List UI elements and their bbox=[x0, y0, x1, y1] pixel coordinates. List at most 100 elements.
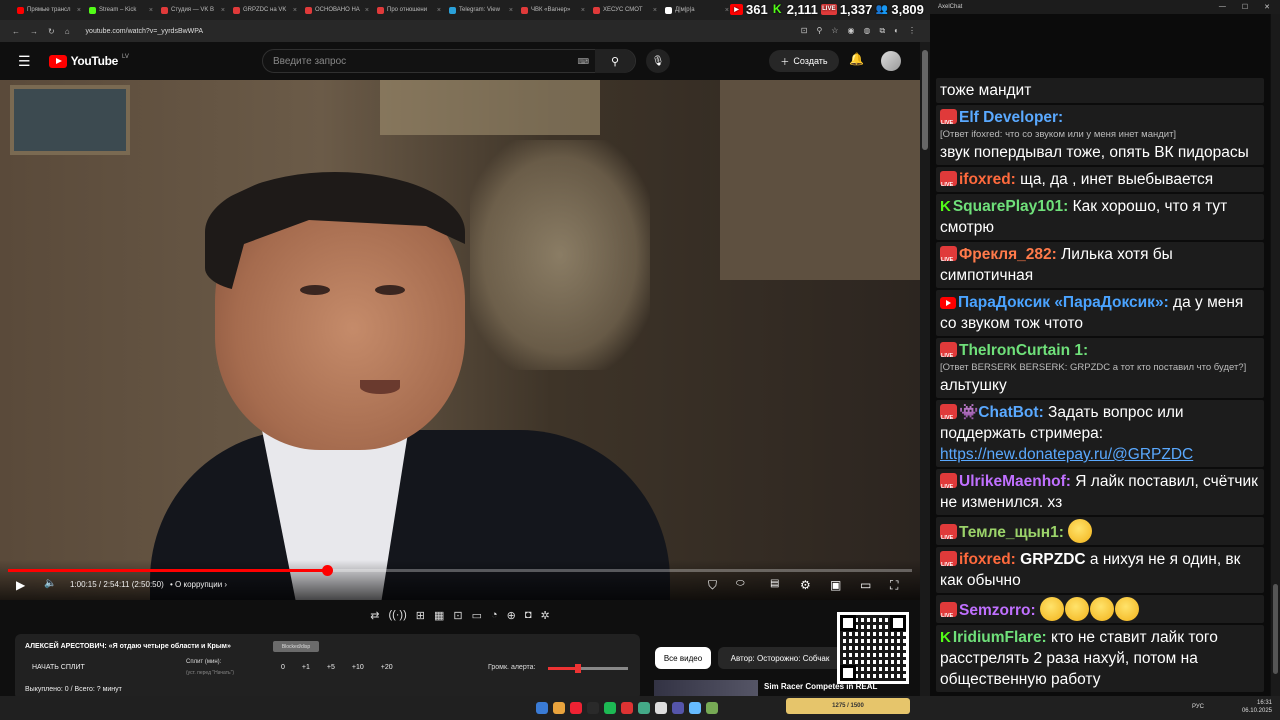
forward-icon[interactable]: → bbox=[30, 27, 38, 36]
menu-icon[interactable]: ☰ bbox=[18, 53, 31, 70]
recommended-thumbnail[interactable] bbox=[654, 680, 758, 696]
tab-close-icon[interactable]: × bbox=[293, 7, 297, 14]
input-language[interactable]: РУС bbox=[1192, 704, 1204, 710]
alert-volume-slider[interactable] bbox=[548, 664, 628, 673]
browser-tab[interactable]: ХЕСУС СМОТ × bbox=[590, 1, 660, 19]
fullscreen-icon[interactable]: ⛶ bbox=[890, 578, 898, 593]
page-scrollbar[interactable] bbox=[920, 42, 930, 696]
tab-close-icon[interactable]: × bbox=[725, 7, 729, 14]
chat-nickname[interactable]: IridiumFlare: bbox=[953, 629, 1047, 646]
browser-tab[interactable]: Студия — VK В × bbox=[158, 1, 228, 19]
browser-tab[interactable]: Д|м|р|а × bbox=[662, 1, 732, 19]
split-value-button[interactable]: 0 bbox=[281, 664, 285, 671]
tab-close-icon[interactable]: × bbox=[221, 7, 225, 14]
create-button[interactable]: ＋ Создать bbox=[769, 50, 839, 72]
scrollbar-thumb[interactable] bbox=[922, 50, 928, 150]
notifications-bell-icon[interactable]: 🔔 bbox=[849, 52, 864, 66]
taskbar-app-icon[interactable] bbox=[553, 702, 565, 714]
extensions-puzzle-icon[interactable]: ⧉ bbox=[879, 26, 885, 36]
extension-icon[interactable]: ◉ bbox=[847, 26, 854, 36]
chat-nickname[interactable]: UlrikeMaenhof: bbox=[959, 473, 1071, 490]
split-value-button[interactable]: +5 bbox=[327, 664, 335, 671]
recommended-title[interactable]: Sim Racer Competes in REAL bbox=[764, 682, 877, 691]
settings-gear-icon[interactable]: ⚙ bbox=[800, 578, 811, 592]
start-split-button[interactable]: НАЧАТЬ СПЛИТ bbox=[32, 664, 85, 671]
extension-icon[interactable]: ◍ bbox=[863, 26, 870, 36]
crop-icon[interactable]: ⊡ bbox=[453, 609, 462, 622]
audio-icon[interactable]: ((·)) bbox=[388, 609, 406, 621]
chat-nickname[interactable]: Фрекля_282: bbox=[959, 246, 1057, 263]
chat-nickname[interactable]: Темле_щын1: bbox=[959, 524, 1064, 541]
browser-tab[interactable]: Прямые трансл × bbox=[14, 1, 84, 19]
taskbar-app-icon[interactable] bbox=[621, 702, 633, 714]
panel-badge-button[interactable]: Blocked/disp bbox=[273, 641, 319, 652]
reload-icon[interactable]: ↻ bbox=[48, 27, 55, 36]
chapter-title[interactable]: • О коррупции › bbox=[170, 580, 227, 589]
back-icon[interactable]: ← bbox=[12, 27, 20, 36]
chat-nickname[interactable]: SquarePlay101: bbox=[953, 198, 1068, 215]
youtube-logo[interactable]: ☰ YouTube LV bbox=[18, 53, 129, 70]
chat-nickname[interactable]: TheIronCurtain 1: bbox=[959, 342, 1088, 359]
browser-tab[interactable]: Telegram: View × bbox=[446, 1, 516, 19]
taskbar-app-icon[interactable] bbox=[672, 702, 684, 714]
chat-nickname[interactable]: 👾ChatBot: bbox=[959, 404, 1044, 421]
install-icon[interactable]: ⊡ bbox=[801, 26, 808, 36]
split-value-button[interactable]: +10 bbox=[352, 664, 364, 671]
browser-tab[interactable]: ЧВК «Вагнер» × bbox=[518, 1, 588, 19]
alert-volume-handle[interactable] bbox=[575, 664, 582, 673]
keyboard-icon[interactable]: ⌨ bbox=[577, 57, 589, 66]
browser-tab[interactable]: Про отношени × bbox=[374, 1, 444, 19]
tab-close-icon[interactable]: × bbox=[77, 7, 81, 14]
tab-close-icon[interactable]: × bbox=[581, 7, 585, 14]
zoom-icon[interactable]: ⚲ bbox=[816, 26, 822, 36]
chat-nickname[interactable]: Semzorro: bbox=[959, 602, 1036, 619]
progress-scrubber[interactable] bbox=[322, 565, 334, 576]
bookmark-star-icon[interactable]: ☆ bbox=[831, 26, 838, 36]
taskbar-app-icon[interactable] bbox=[570, 702, 582, 714]
tab-close-icon[interactable]: × bbox=[437, 7, 441, 14]
chat-nickname[interactable]: ifoxred: bbox=[959, 551, 1016, 568]
browser-tab[interactable]: ОСНОВАНО НА × bbox=[302, 1, 372, 19]
taskbar-app-icon[interactable] bbox=[689, 702, 701, 714]
chat-link[interactable]: https://new.donatepay.ru/@GRPZDC bbox=[940, 446, 1193, 463]
repeat-icon[interactable]: ⇄ bbox=[370, 609, 379, 622]
search-input[interactable]: Введите запрос ⌨ ⚲ bbox=[262, 49, 636, 73]
add-icon[interactable]: ⊕ bbox=[507, 609, 516, 622]
browser-tab[interactable]: GRPZDC на VK × bbox=[230, 1, 300, 19]
taskbar-app-icon[interactable] bbox=[638, 702, 650, 714]
speed-icon[interactable]: ◔ bbox=[491, 609, 498, 621]
voice-search-button[interactable]: 🎙 bbox=[646, 49, 670, 73]
play-icon[interactable]: ▶ bbox=[16, 578, 25, 592]
profile-icon[interactable]: ◐ bbox=[894, 26, 899, 36]
tab-close-icon[interactable]: × bbox=[509, 7, 513, 14]
chat-scrollbar[interactable] bbox=[1271, 14, 1280, 696]
maximize-icon[interactable]: ☐ bbox=[1242, 3, 1248, 11]
scrollbar-thumb[interactable] bbox=[1273, 584, 1278, 674]
video-player[interactable] bbox=[0, 80, 920, 600]
frame-icon[interactable]: ▭ bbox=[472, 609, 482, 622]
taskbar-app-icon[interactable] bbox=[655, 702, 667, 714]
miniplayer-icon[interactable]: ▣ bbox=[830, 578, 841, 592]
minimize-icon[interactable]: — bbox=[1219, 3, 1226, 11]
taskbar-app-icon[interactable] bbox=[604, 702, 616, 714]
autoplay-toggle[interactable]: ⬭ bbox=[736, 578, 745, 589]
close-icon[interactable]: ✕ bbox=[1264, 3, 1270, 11]
tab-close-icon[interactable]: × bbox=[149, 7, 153, 14]
url-field[interactable]: youtube.com/watch?v=_yyrdsBwWPA bbox=[86, 28, 204, 35]
theater-mode-icon[interactable]: ▭ bbox=[860, 578, 871, 592]
volume-icon[interactable]: 🔈 bbox=[44, 578, 56, 589]
browser-tab[interactable]: Stream – Kick × bbox=[86, 1, 156, 19]
playlist-icon[interactable]: ⊞ bbox=[416, 609, 425, 622]
clapper-icon[interactable]: ▦ bbox=[434, 609, 444, 622]
chip-all-videos[interactable]: Все видео bbox=[655, 647, 711, 669]
taskbar-app-icon[interactable] bbox=[706, 702, 718, 714]
clock[interactable]: 16:31 06.10.2025 bbox=[1242, 699, 1272, 715]
menu-dots-icon[interactable]: ⋮ bbox=[908, 26, 916, 36]
subtitles-icon[interactable]: ▤ bbox=[770, 578, 779, 589]
tab-close-icon[interactable]: × bbox=[653, 7, 657, 14]
search-button[interactable]: ⚲ bbox=[595, 49, 635, 73]
chat-nickname[interactable]: ПараДоксик «ПараДоксик»: bbox=[958, 294, 1169, 311]
taskbar-app-icon[interactable] bbox=[536, 702, 548, 714]
split-value-button[interactable]: +20 bbox=[381, 664, 393, 671]
chip-author[interactable]: Автор: Осторожно: Собчак bbox=[718, 647, 842, 669]
